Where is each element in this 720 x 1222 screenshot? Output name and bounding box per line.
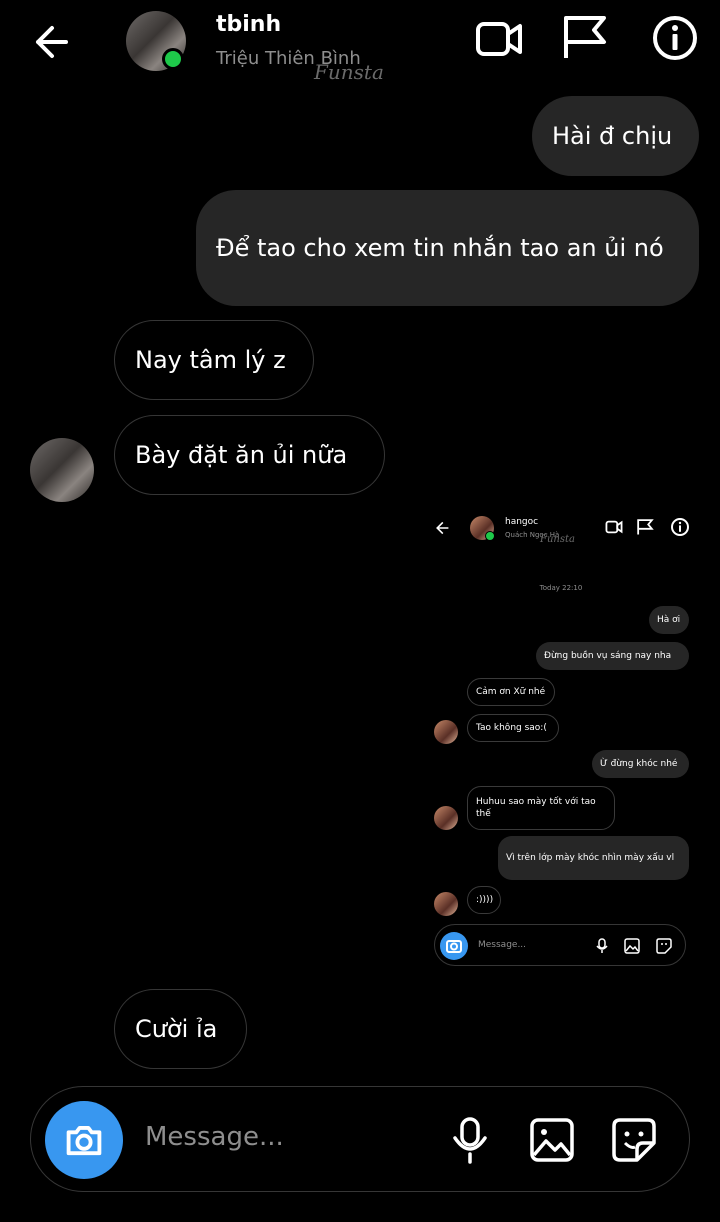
camera-icon — [66, 1125, 102, 1156]
message-bubble-sent: Hà ơi — [649, 606, 689, 634]
message-bubble-sent[interactable]: Để tao cho xem tin nhắn tao an ủi nó — [196, 190, 699, 306]
message-bubble-received[interactable]: Cười ỉa — [114, 989, 247, 1069]
message-text: Tao không sao:( — [476, 723, 547, 733]
message-text: :)))) — [476, 895, 494, 905]
message-bubble-sent: Đừng buồn vụ sáng nay nha — [536, 642, 689, 670]
online-status-dot — [485, 531, 495, 541]
contact-username: hangoc — [505, 517, 539, 527]
message-bubble-sent: Vì trên lớp mày khóc nhìn mày xấu vl — [498, 836, 689, 880]
sender-avatar — [434, 806, 458, 830]
camera-icon — [440, 932, 468, 960]
message-composer — [30, 1086, 690, 1192]
message-text: Cười ỉa — [135, 1015, 218, 1043]
sticker-icon[interactable] — [611, 1117, 657, 1163]
back-arrow-icon — [436, 521, 449, 535]
message-bubble-sent: Ừ đừng khóc nhé — [592, 750, 689, 778]
message-text: Hài đ chịu — [552, 122, 673, 150]
shared-image-message[interactable]: hangoc Quách Ngọc Hà Funsta Today 22:10 … — [424, 512, 698, 978]
flag-icon — [637, 519, 654, 535]
online-status-dot — [162, 48, 184, 70]
message-bubble-received: Cảm ơn Xữ nhé — [467, 678, 555, 706]
message-bubble-received: :)))) — [467, 886, 501, 914]
message-text: Để tao cho xem tin nhắn tao an ủi nó — [216, 234, 664, 262]
message-text: Ừ đừng khóc nhé — [600, 759, 678, 769]
message-text: Đừng buồn vụ sáng nay nha — [544, 651, 672, 661]
chat-timestamp: Today 22:10 — [539, 584, 583, 592]
message-input: Message... — [478, 940, 527, 950]
message-text: Huhuu sao mày tốt với tao thế — [476, 797, 596, 819]
message-text: Hà ơi — [657, 615, 681, 625]
microphone-icon[interactable] — [452, 1116, 488, 1164]
message-bubble-sent[interactable]: Hài đ chịu — [532, 96, 699, 176]
microphone-icon — [596, 938, 608, 953]
gallery-icon[interactable] — [529, 1117, 575, 1163]
back-arrow-icon[interactable] — [30, 22, 70, 62]
watermark-text: Funsta — [314, 60, 384, 84]
message-composer — [434, 924, 686, 966]
message-text: Cảm ơn Xữ nhé — [476, 687, 546, 697]
watermark-text: Funsta — [540, 534, 575, 545]
sender-avatar — [434, 720, 458, 744]
sender-avatar — [434, 892, 458, 916]
info-icon[interactable] — [650, 13, 700, 63]
message-input[interactable]: Message... — [145, 1122, 284, 1152]
gallery-icon — [624, 938, 640, 954]
info-icon — [671, 518, 689, 536]
contact-username[interactable]: tbinh — [216, 12, 281, 37]
message-bubble-received[interactable]: Nay tâm lý z — [114, 320, 314, 400]
flag-icon[interactable] — [560, 12, 610, 62]
message-text: Nay tâm lý z — [135, 346, 286, 374]
message-text: Vì trên lớp mày khóc nhìn mày xấu vl — [506, 853, 675, 863]
message-bubble-received: Tao không sao:( — [467, 714, 559, 742]
sticker-icon — [656, 938, 672, 954]
sender-avatar[interactable] — [30, 438, 94, 502]
video-call-icon[interactable] — [474, 14, 524, 64]
camera-button[interactable] — [45, 1101, 123, 1179]
video-call-icon — [605, 520, 623, 534]
message-bubble-received: Huhuu sao mày tốt với tao thế — [467, 786, 615, 830]
message-bubble-received[interactable]: Bày đặt ăn ủi nữa — [114, 415, 385, 495]
message-text: Bày đặt ăn ủi nữa — [135, 441, 348, 469]
